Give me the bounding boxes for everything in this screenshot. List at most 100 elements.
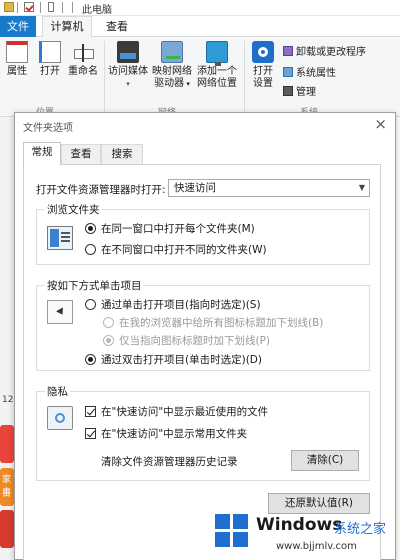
open-explorer-label: 打开文件资源管理器时打开:: [36, 184, 166, 196]
open-explorer-select[interactable]: 快速访问 ▼: [168, 179, 370, 197]
rename-button[interactable]: 重命名: [66, 41, 100, 78]
app-tile[interactable]: [0, 425, 14, 463]
media-access-button[interactable]: 访问媒体 ▾: [106, 41, 150, 90]
tab-general[interactable]: 常规: [23, 142, 61, 165]
underline-all-label[interactable]: 在我的浏览器中给所有图标标题加下划线(B): [119, 315, 323, 330]
restore-defaults-button[interactable]: 还原默认值(R): [268, 493, 370, 514]
tab-view[interactable]: 查看: [106, 16, 128, 37]
tab-computer[interactable]: 计算机: [42, 16, 92, 38]
open-settings-label-1: 打开: [253, 66, 273, 77]
app-tile-label: 日: [2, 489, 12, 499]
browse-folders-group: 浏览文件夹 在同一窗口中打开每个文件夹(M) 在不同窗口中打开不同的文件夹(W): [36, 202, 370, 265]
chevron-down-icon: ▾: [126, 80, 130, 88]
map-drive-label-2: 驱动器: [154, 78, 185, 89]
close-icon[interactable]: ×: [374, 115, 387, 133]
window-title: 此电脑: [82, 5, 112, 16]
app-tile[interactable]: [0, 510, 14, 548]
new-window-radio[interactable]: [85, 244, 96, 255]
titlebar-divider: [40, 2, 41, 13]
new-window-label[interactable]: 在不同窗口中打开不同的文件夹(W): [101, 242, 267, 257]
click-items-title: 按如下方式单击项目: [45, 278, 144, 293]
add-network-location-button[interactable]: 添加一个 网络位置: [194, 41, 240, 90]
rename-label: 重命名: [68, 66, 98, 77]
ribbon-divider: [244, 41, 245, 113]
double-click-radio[interactable]: [85, 354, 96, 365]
same-window-radio[interactable]: [85, 223, 96, 234]
general-tab-panel: 打开文件资源管理器时打开: 快速访问 ▼ 浏览文件夹 在同一窗口中打开每个文件夹…: [23, 164, 381, 560]
programs-icon: [283, 46, 293, 56]
manage-icon: [283, 86, 293, 96]
rename-icon: [72, 41, 94, 63]
cursor-click-icon: [47, 300, 73, 324]
clear-history-button[interactable]: 清除(C): [291, 450, 359, 471]
system-properties-link[interactable]: 系统属性: [283, 64, 336, 79]
privacy-group: 隐私 在"快速访问"中显示最近使用的文件 在"快速访问"中显示常用文件夹 清除文…: [36, 384, 370, 481]
properties-icon: [6, 41, 28, 63]
tab-file[interactable]: 文件: [0, 16, 36, 37]
checkmark-icon[interactable]: [24, 2, 34, 12]
ribbon-tabs: 文件 计算机 查看: [0, 16, 400, 38]
recent-files-label[interactable]: 在"快速访问"中显示最近使用的文件: [101, 404, 268, 419]
open-explorer-value: 快速访问: [174, 182, 216, 194]
titlebar-divider: [62, 2, 63, 13]
double-click-label[interactable]: 通过双击打开项目(单击时选定)(D): [101, 352, 262, 367]
chevron-down-icon: ▼: [358, 183, 365, 192]
watermark-brand: Windows: [256, 515, 343, 535]
chevron-down-icon: ▾: [184, 80, 190, 88]
open-button[interactable]: 打开: [36, 41, 64, 78]
titlebar-divider: [17, 2, 18, 13]
uninstall-label: 卸载或更改程序: [296, 47, 366, 58]
recent-files-checkbox[interactable]: [85, 406, 96, 417]
add-location-label-2: 网络位置: [197, 78, 237, 89]
single-click-radio[interactable]: [85, 299, 96, 310]
open-icon: [39, 41, 61, 63]
manage-label: 管理: [296, 87, 316, 98]
strip-number: 12: [2, 395, 14, 405]
map-drive-button[interactable]: 映射网络 驱动器 ▾: [150, 41, 194, 90]
clear-history-label: 清除文件资源管理器历史记录: [101, 456, 238, 468]
click-items-group: 按如下方式单击项目 通过单击打开项目(指向时选定)(S) 在我的浏览器中给所有图…: [36, 278, 370, 371]
folder-options-dialog: 文件夹选项 × 常规 查看 搜索 打开文件资源管理器时打开: 快速访问 ▼ 浏览…: [14, 112, 396, 560]
explorer-left-strip: 12 家丰 日: [0, 117, 14, 560]
media-access-label: 访问媒体: [108, 66, 148, 77]
single-click-label[interactable]: 通过单击打开项目(指向时选定)(S): [101, 297, 261, 312]
dialog-title: 文件夹选项: [23, 123, 73, 134]
pin-icon[interactable]: [48, 2, 54, 12]
system-icon: [283, 67, 293, 77]
network-location-icon: [206, 41, 228, 66]
media-server-icon: [117, 41, 139, 63]
privacy-title: 隐私: [45, 384, 70, 399]
ribbon: 属性 打开 重命名 位置 访问媒体 ▾ 映射网络 驱动器 ▾ 添加一个 网络位置…: [0, 37, 400, 118]
properties-button[interactable]: 属性: [2, 41, 32, 78]
watermark-site-name: 系统之家: [334, 522, 387, 537]
frequent-folders-checkbox[interactable]: [85, 428, 96, 439]
manage-link[interactable]: 管理: [283, 83, 316, 98]
privacy-icon: [47, 406, 73, 430]
underline-all-radio[interactable]: [103, 317, 114, 328]
underline-hover-label[interactable]: 仅当指向图标标题时加下划线(P): [119, 333, 270, 348]
network-drive-icon: [161, 41, 183, 63]
open-settings-button[interactable]: 打开 设置: [246, 41, 280, 90]
map-drive-label-1: 映射网络: [152, 66, 192, 77]
same-window-label[interactable]: 在同一窗口中打开每个文件夹(M): [101, 221, 255, 236]
windows-logo-icon: [215, 514, 249, 548]
open-settings-label-2: 设置: [253, 78, 273, 89]
tab-search[interactable]: 搜索: [101, 144, 143, 164]
system-properties-label: 系统属性: [296, 68, 336, 79]
browse-folders-icon: [47, 226, 73, 250]
watermark-url: www.bjjmlv.com: [276, 541, 357, 552]
properties-label: 属性: [7, 66, 27, 77]
add-location-label-1: 添加一个: [197, 66, 237, 77]
frequent-folders-label[interactable]: 在"快速访问"中显示常用文件夹: [101, 426, 247, 441]
browse-folders-title: 浏览文件夹: [45, 202, 102, 217]
tab-view[interactable]: 查看: [61, 144, 101, 164]
underline-hover-radio[interactable]: [103, 335, 114, 346]
titlebar-divider: [72, 2, 73, 13]
ribbon-divider: [104, 41, 105, 113]
uninstall-program-link[interactable]: 卸载或更改程序: [283, 43, 366, 58]
folder-icon[interactable]: [4, 2, 14, 12]
app-tile[interactable]: 家丰 日: [0, 468, 14, 506]
open-label: 打开: [40, 66, 60, 77]
settings-gear-icon: [252, 41, 274, 63]
explorer-titlebar: 此电脑: [0, 0, 400, 16]
